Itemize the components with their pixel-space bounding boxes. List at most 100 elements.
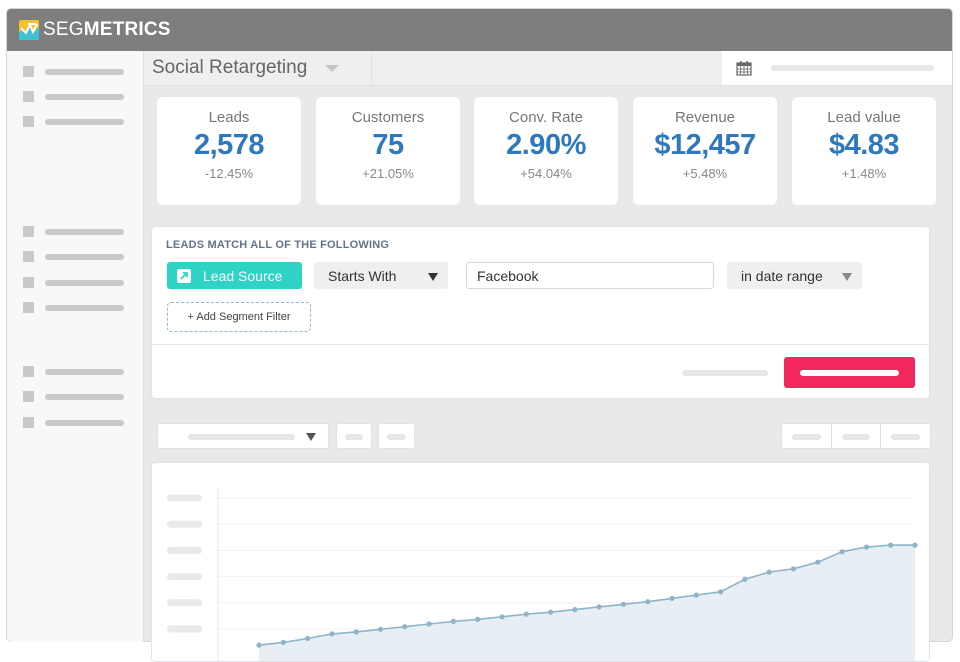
interval-toggle-button[interactable] [832,424,882,448]
data-point [839,549,845,555]
sidebar-item-icon [23,226,34,237]
interval-placeholder [891,434,921,440]
sidebar-item-label-placeholder [45,279,124,286]
sidebar-item[interactable] [23,251,124,262]
sidebar-item[interactable] [23,277,124,288]
stat-card-revenue: Revenue $12,457 +5.48% [633,97,777,205]
y-tick-label-placeholder [167,625,202,633]
chart-option-button[interactable] [336,423,372,449]
stat-label: Conv. Rate [509,109,583,126]
data-point [426,621,432,627]
data-point [669,595,675,601]
brand-light: SEG [43,19,84,40]
dropdown-arrow-icon [428,273,438,281]
dropdown-arrow-icon [306,433,316,441]
sidebar-item[interactable] [23,91,124,102]
interval-placeholder [792,434,821,440]
data-point [815,559,821,565]
segment-title: Social Retargeting [152,57,308,78]
operator-select[interactable]: Starts With [314,262,448,289]
cancel-link[interactable] [682,370,768,376]
sidebar-item-icon [23,417,34,428]
brand-bold: METRICS [83,19,171,40]
data-point [863,544,870,550]
sidebar-item-icon [23,277,34,288]
data-point [888,542,894,548]
y-tick-label-placeholder [167,520,202,528]
data-point [280,639,286,645]
chart-option-placeholder [345,434,363,440]
data-point [912,542,918,548]
sidebar-item-icon [23,91,34,102]
sidebar-item[interactable] [23,66,124,77]
caret-down-icon [325,64,340,72]
metric-dropdown[interactable] [157,423,329,449]
chart-card [151,462,930,662]
stat-change: +21.05% [362,166,414,181]
data-point [523,611,529,617]
add-segment-filter-button[interactable]: + Add Segment Filter [167,302,311,332]
sidebar-item-label-placeholder [45,68,124,75]
data-point [402,624,408,630]
segmetrics-logo-icon [19,20,39,40]
sidebar-item-label-placeholder [45,368,124,375]
y-tick-label-placeholder [167,599,202,607]
stat-label: Customers [351,109,425,126]
calendar-icon [736,61,752,76]
sidebar-item-label-placeholder [45,228,124,235]
sidebar-item[interactable] [23,417,124,428]
stat-card-customers: Customers 75 +21.05% [316,97,460,205]
stat-card-lead-value: Lead value $4.83 +1.48% [792,97,936,205]
y-tick-label-placeholder [167,494,202,502]
topbar: Social Retargeting [144,51,952,86]
data-point [353,629,359,635]
sidebar-item[interactable] [23,116,124,127]
operator-value: Starts With [328,267,397,284]
date-range-picker[interactable] [722,51,952,85]
interval-placeholder [841,434,871,440]
chart-option-placeholder [387,434,406,440]
interval-toggle-button[interactable] [782,424,832,448]
data-point [256,642,262,648]
sidebar-item-icon [23,116,34,127]
sidebar-item-label-placeholder [45,118,124,125]
segment-select[interactable]: Social Retargeting [144,51,372,85]
sidebar-item[interactable] [23,391,124,402]
date-range-placeholder [771,65,934,71]
date-scope-select[interactable]: in date range [727,262,862,289]
data-point [620,601,626,607]
data-point [305,635,311,642]
apply-button-label-placeholder [800,369,899,376]
data-point [693,592,699,598]
data-point [790,566,797,572]
segment-filter-card: LEADS MATCH ALL OF THE FOLLOWING Lead So… [151,226,930,399]
data-point [596,604,602,610]
sidebar-item[interactable] [23,226,124,237]
stat-label: Lead value [827,109,901,126]
stat-card-conv-rate: Conv. Rate 2.90% +54.04% [474,97,618,205]
apply-button[interactable] [784,357,915,388]
filter-value-input[interactable] [466,262,714,289]
stat-change: +5.48% [682,166,728,181]
sidebar-item-label-placeholder [45,304,124,311]
interval-toggle-button[interactable] [881,424,930,448]
sidebar-item-label-placeholder [45,93,124,100]
lead-source-field-button[interactable]: Lead Source [167,262,302,289]
filter-heading: LEADS MATCH ALL OF THE FOLLOWING [166,239,390,251]
sidebar-item[interactable] [23,302,124,313]
stat-change: +1.48% [841,166,887,181]
sidebar-item[interactable] [23,366,124,377]
chart-option-button[interactable] [378,423,415,449]
sidebar-item-label-placeholder [45,393,124,400]
sidebar-item-label-placeholder [45,253,124,260]
dropdown-arrow-icon [842,273,852,281]
data-point [499,614,505,620]
brand-name: SEGMETRICS [43,19,171,41]
titlebar: SEGMETRICS [7,9,952,51]
leads-chart [167,488,918,661]
interval-toggle-group [781,423,931,449]
stat-change: -12.45% [204,166,254,181]
data-point [645,599,651,605]
y-tick-label-placeholder [167,573,202,581]
data-point [329,631,335,637]
